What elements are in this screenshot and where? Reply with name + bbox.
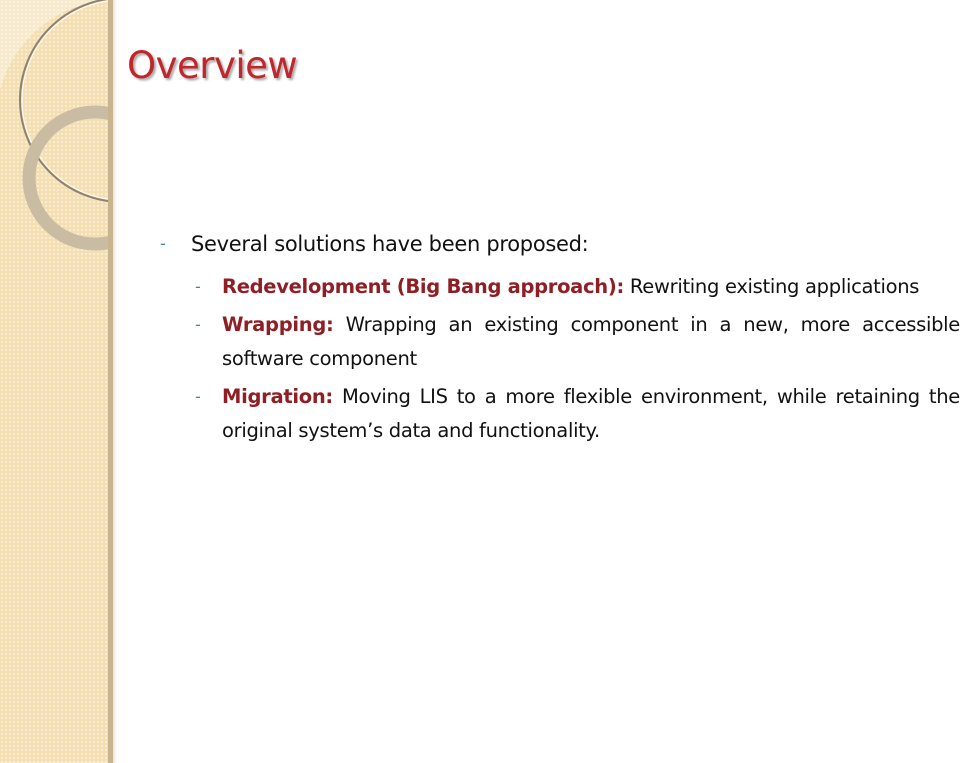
- bullet-text: Several solutions have been proposed:: [191, 232, 589, 256]
- slide-title: Overview: [127, 44, 298, 87]
- term-wrapping: Wrapping:: [222, 313, 334, 336]
- term-redevelopment: Redevelopment (Big Bang approach):: [222, 275, 624, 298]
- sub-bullet-migration: - Migration: Moving LIS to a more flexib…: [195, 380, 960, 448]
- decorative-sidebar: [0, 0, 111, 763]
- dash-bullet-icon: -: [195, 315, 201, 334]
- desc-wrapping: Wrapping an existing component in a new,…: [222, 313, 960, 370]
- desc-migration: Moving LIS to a more flexible environmen…: [222, 385, 960, 442]
- dash-bullet-icon: -: [195, 277, 201, 296]
- dash-bullet-icon: -: [160, 234, 166, 253]
- desc-redevelopment: Rewriting existing applications: [629, 275, 920, 298]
- circles-decoration: [0, 0, 111, 251]
- term-migration: Migration:: [222, 385, 333, 408]
- sub-bullet-wrapping: - Wrapping: Wrapping an existing compone…: [195, 308, 960, 376]
- bullet-main: - Several solutions have been proposed:: [160, 228, 960, 260]
- slide-body: - Several solutions have been proposed: …: [160, 228, 960, 452]
- sidebar-shadow: [113, 0, 117, 763]
- dash-bullet-icon: -: [195, 387, 201, 406]
- sub-bullet-redevelopment: - Redevelopment (Big Bang approach): Rew…: [195, 270, 960, 304]
